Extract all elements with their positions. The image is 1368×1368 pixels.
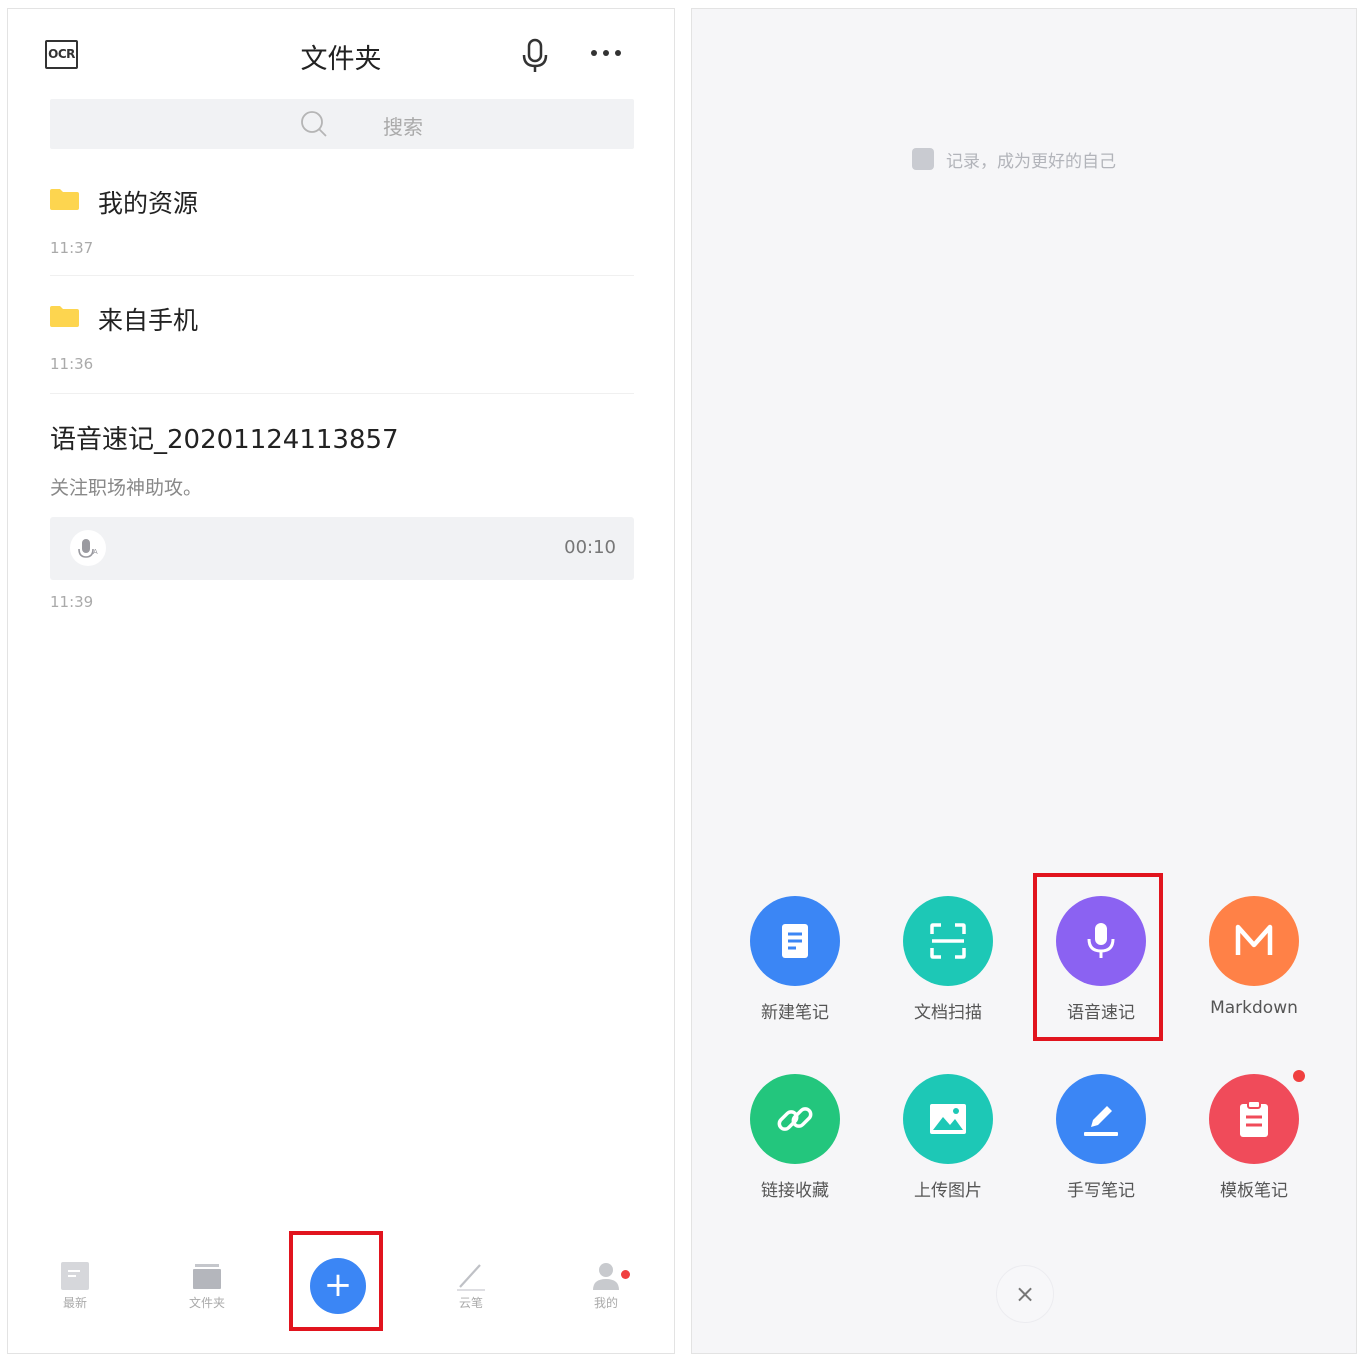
document-icon bbox=[750, 896, 840, 986]
audio-duration: 00:10 bbox=[564, 537, 616, 558]
more-icon[interactable] bbox=[588, 41, 624, 65]
new-badge-dot bbox=[1293, 1070, 1305, 1082]
action-label: 上传图片 bbox=[914, 1181, 982, 1201]
note-title: 语音速记_20201124113857 bbox=[50, 425, 399, 455]
audio-player[interactable]: A 00:10 bbox=[50, 517, 634, 580]
user-icon bbox=[593, 1263, 619, 1290]
handwrite-icon bbox=[1056, 1074, 1146, 1164]
pen-icon bbox=[457, 1264, 485, 1291]
tab-label: 云笔 bbox=[458, 1296, 483, 1310]
folder-item[interactable]: 来自手机 11:36 bbox=[50, 301, 634, 381]
tab-me[interactable]: 我的 bbox=[566, 1261, 646, 1311]
folder-time: 11:37 bbox=[50, 239, 94, 257]
note-icon bbox=[912, 148, 934, 170]
microphone-icon[interactable] bbox=[520, 38, 550, 74]
add-button[interactable]: + bbox=[310, 1258, 366, 1314]
latest-icon bbox=[61, 1262, 89, 1290]
tab-label: 最新 bbox=[62, 1296, 87, 1310]
tab-latest[interactable]: 最新 bbox=[35, 1261, 115, 1311]
top-bar: OCR 文件夹 bbox=[8, 9, 674, 99]
folder-icon bbox=[193, 1264, 221, 1289]
handwrite-note-button[interactable]: 手写笔记 bbox=[1031, 1074, 1171, 1201]
folder-item[interactable]: 我的资源 11:37 bbox=[50, 184, 634, 264]
voice-icon[interactable]: A bbox=[70, 530, 106, 566]
document-scan-button[interactable]: 文档扫描 bbox=[878, 896, 1018, 1023]
folder-time: 11:36 bbox=[50, 355, 94, 373]
action-label: 链接收藏 bbox=[761, 1181, 829, 1201]
slogan: 记录，成为更好的自己 bbox=[946, 152, 1116, 172]
notification-dot bbox=[621, 1270, 630, 1279]
new-note-button[interactable]: 新建笔记 bbox=[725, 896, 865, 1023]
divider bbox=[50, 393, 634, 394]
folder-screen: OCR 文件夹 搜索 我的资源 11:37 来自手机 11:36 语音速记_20… bbox=[7, 8, 675, 1354]
action-label: 模板笔记 bbox=[1220, 1181, 1288, 1201]
note-description: 关注职场神助攻。 bbox=[50, 477, 203, 499]
link-collect-button[interactable]: 链接收藏 bbox=[725, 1074, 865, 1201]
scan-icon bbox=[903, 896, 993, 986]
svg-text:A: A bbox=[93, 549, 98, 556]
folder-name: 来自手机 bbox=[98, 306, 199, 335]
markdown-button[interactable]: Markdown bbox=[1184, 896, 1324, 1018]
voice-note-highlight bbox=[1033, 873, 1163, 1041]
link-icon bbox=[750, 1074, 840, 1164]
tab-folder[interactable]: 文件夹 bbox=[167, 1261, 247, 1311]
divider bbox=[50, 275, 634, 276]
create-menu-screen: 记录，成为更好的自己 新建笔记 文档扫描 语音速记 Markdown 链接收藏 … bbox=[691, 8, 1357, 1354]
image-icon bbox=[903, 1074, 993, 1164]
search-input[interactable]: 搜索 bbox=[50, 99, 634, 149]
folder-icon bbox=[50, 306, 79, 327]
tab-pen[interactable]: 云笔 bbox=[431, 1261, 511, 1311]
markdown-icon bbox=[1209, 896, 1299, 986]
note-time: 11:39 bbox=[50, 593, 94, 611]
search-placeholder: 搜索 bbox=[383, 115, 423, 139]
close-button[interactable]: × bbox=[996, 1265, 1054, 1323]
template-note-button[interactable]: 模板笔记 bbox=[1184, 1074, 1324, 1201]
action-label: Markdown bbox=[1210, 998, 1298, 1018]
tab-label: 文件夹 bbox=[188, 1296, 225, 1310]
folder-icon bbox=[50, 189, 79, 210]
action-label: 文档扫描 bbox=[914, 1003, 982, 1023]
page-title: 文件夹 bbox=[300, 44, 382, 75]
action-label: 手写笔记 bbox=[1067, 1181, 1135, 1201]
template-icon bbox=[1209, 1074, 1299, 1164]
action-label: 新建笔记 bbox=[761, 1003, 829, 1023]
tab-label: 我的 bbox=[593, 1296, 618, 1310]
upload-image-button[interactable]: 上传图片 bbox=[878, 1074, 1018, 1201]
search-icon bbox=[301, 111, 327, 137]
folder-name: 我的资源 bbox=[98, 189, 199, 218]
